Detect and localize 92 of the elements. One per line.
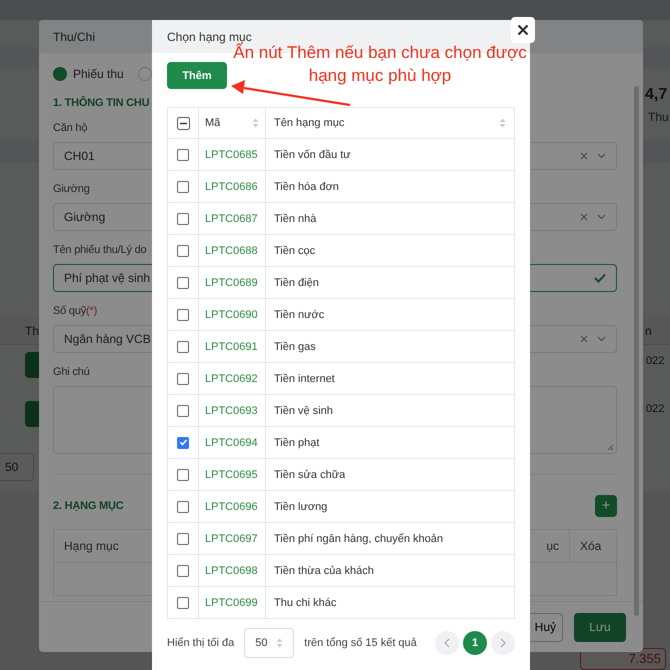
page-size-select[interactable]: 50 — [0, 453, 34, 481]
chevron-right-icon — [500, 638, 506, 648]
table-cell: LPTC0685 — [205, 148, 258, 160]
table-cell: Tiền nhà — [274, 212, 316, 224]
select-all-checkbox[interactable] — [176, 116, 190, 130]
dialog-title: Thu/Chi — [53, 30, 96, 44]
table-cell: LPTC0696 — [205, 500, 258, 512]
table-cell: Tiền thừa của khách — [274, 564, 374, 576]
annotation-text: Ấn nút Thêm nếu bạn chưa chọn được hạng mục phù hợp — [233, 42, 528, 87]
table-cell: LPTC0693 — [205, 404, 258, 416]
radio-button[interactable] — [138, 67, 152, 81]
row-checkbox[interactable] — [177, 532, 189, 544]
table-cell: Tiền vốn đầu tư — [274, 148, 351, 160]
table-cell: Tiền hóa đơn — [274, 180, 339, 192]
table-cell: Tiền vệ sinh — [274, 404, 333, 416]
clear-icon[interactable] — [580, 335, 588, 343]
row-checkbox[interactable] — [177, 244, 189, 256]
page-button[interactable]: 1 — [463, 631, 487, 655]
row-checkbox[interactable] — [177, 212, 189, 224]
column-header: Xóa — [580, 539, 602, 553]
chevron-left-icon — [444, 638, 450, 648]
column-header: ục — [546, 539, 559, 553]
row-checkbox[interactable] — [177, 180, 189, 192]
table-cell: LPTC0691 — [205, 340, 258, 352]
chevron-down-icon — [597, 214, 606, 220]
field-label: Giường — [53, 182, 90, 196]
table-cell: LPTC0690 — [205, 308, 258, 320]
clear-icon[interactable] — [580, 152, 588, 160]
section-title: 1. THÔNG TIN CHU — [53, 97, 150, 109]
row-checkbox[interactable] — [177, 276, 189, 288]
table-cell: 022 — [646, 403, 664, 415]
add-button[interactable]: Thêm — [167, 62, 227, 89]
scrollbar[interactable] — [634, 86, 639, 616]
clear-icon[interactable] — [580, 213, 588, 221]
table-cell: LPTC0686 — [205, 180, 258, 192]
row-checkbox[interactable] — [177, 564, 189, 576]
table-cell: LPTC0692 — [205, 372, 258, 384]
summary-value: 4,7 — [645, 86, 668, 104]
table-cell: Tiền phí ngân hàng, chuyển khoản — [274, 532, 444, 544]
table-cell: Tiền điện — [274, 276, 319, 288]
check-icon — [594, 273, 606, 283]
save-button[interactable]: Lưu — [574, 612, 626, 642]
column-header[interactable]: Mã — [205, 117, 220, 129]
table-cell: LPTC0695 — [205, 468, 258, 480]
table-cell: LPTC0697 — [205, 532, 258, 544]
field-label: Ghi chú — [53, 365, 90, 379]
table-cell: LPTC0687 — [205, 212, 258, 224]
table-cell: Tiền nước — [274, 308, 324, 320]
close-icon — [517, 24, 529, 36]
row-checkbox[interactable] — [177, 596, 189, 608]
table-cell: Thu chi khác — [274, 596, 336, 608]
column-header: Th — [25, 324, 40, 338]
table-cell: LPTC0689 — [205, 276, 258, 288]
table-cell: LPTC0688 — [205, 244, 258, 256]
close-button[interactable] — [511, 17, 535, 43]
table-cell: Tiền cọc — [274, 244, 316, 256]
field-label: Căn hộ — [53, 121, 88, 135]
row-checkbox[interactable] — [177, 148, 189, 160]
radio-label[interactable]: Phiếu thu — [73, 67, 124, 81]
chevron-down-icon — [597, 153, 606, 159]
field-label: Số quỹ(*) — [53, 304, 98, 318]
summary-label: Thu — [648, 110, 669, 124]
row-checkbox[interactable] — [177, 372, 189, 384]
result-count: trên tổng số 15 kết quả — [304, 637, 417, 649]
add-button[interactable]: + — [595, 495, 617, 517]
row-checkbox[interactable] — [177, 340, 189, 352]
column-header: Hạng mục — [64, 539, 119, 553]
chevron-down-icon — [597, 336, 606, 342]
page-size-label: Hiển thị tối đa — [167, 637, 234, 649]
row-checkbox[interactable] — [177, 436, 189, 448]
dialog-title: Chọn hạng mục — [167, 30, 252, 44]
row-checkbox[interactable] — [177, 500, 189, 512]
table-cell: Tiền lương — [274, 500, 328, 512]
row-checkbox[interactable] — [177, 308, 189, 320]
table-cell: Tiền internet — [274, 372, 335, 384]
row-checkbox[interactable] — [177, 468, 189, 480]
table-cell: LPTC0698 — [205, 564, 258, 576]
page-size-select[interactable]: 50 — [244, 628, 294, 658]
table-cell: LPTC0699 — [205, 596, 258, 608]
column-header: n — [645, 324, 652, 338]
row-checkbox[interactable] — [177, 404, 189, 416]
table-cell: 022 — [646, 355, 664, 367]
table-cell: LPTC0694 — [205, 436, 258, 448]
table-cell: Tiền gas — [274, 340, 316, 352]
sort-icon — [276, 638, 284, 648]
resize-grip-icon[interactable] — [607, 444, 614, 451]
radio-button[interactable] — [53, 67, 67, 81]
column-header[interactable]: Tên hạng mục — [274, 117, 344, 129]
table-cell: Tiền sửa chữa — [274, 468, 346, 480]
section-title: 2. HẠNG MỤC — [53, 500, 124, 512]
table-cell: Tiền phạt — [274, 436, 320, 448]
field-label: Tên phiếu thu/Lý do — [53, 243, 146, 257]
